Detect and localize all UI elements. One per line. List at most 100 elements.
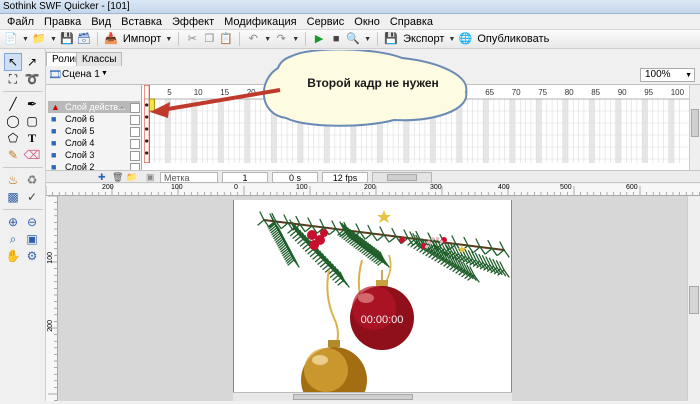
text-tool-icon[interactable]: T xyxy=(23,129,41,147)
horizontal-ruler: 200 100 0 100 200 300 400 500 600 xyxy=(46,184,700,196)
layer-row[interactable]: Слой 4 xyxy=(48,137,140,149)
eyedropper-icon[interactable]: ✓ xyxy=(23,188,41,206)
ruler-label: 600 xyxy=(626,184,638,191)
lock-toggle[interactable] xyxy=(130,139,140,149)
pen-tool-icon[interactable]: ✒ xyxy=(23,95,41,113)
redo-icon[interactable]: ↷ xyxy=(274,32,288,46)
center-frame-icon[interactable]: ▣ xyxy=(146,172,155,183)
tab-classes[interactable]: Классы xyxy=(76,52,123,66)
layer-row[interactable]: Слой 5 xyxy=(48,125,140,137)
preview-browser-icon[interactable]: 🔍 xyxy=(346,32,360,46)
scene-selector[interactable]: Сцена 1 xyxy=(62,69,100,80)
frame-label-field[interactable]: Метка кадра xyxy=(160,172,218,193)
menu-edit[interactable]: Правка xyxy=(39,14,86,30)
menu-tools[interactable]: Сервис xyxy=(302,14,350,30)
polygon-tool-icon[interactable]: ⬠ xyxy=(4,129,22,147)
export-button[interactable]: Экспорт xyxy=(403,33,444,45)
rectangle-tool-icon[interactable]: ▢ xyxy=(23,112,41,130)
menu-window[interactable]: Окно xyxy=(349,14,385,30)
pine-branches xyxy=(257,211,510,288)
ruler-label: 0 xyxy=(234,184,238,191)
chevron-down-icon[interactable]: ▼ xyxy=(165,36,172,43)
scroll-thumb[interactable] xyxy=(293,394,413,400)
frame-number: 100 xyxy=(671,88,685,97)
menu-modify[interactable]: Модификация xyxy=(219,14,302,30)
zoom-value: 100% xyxy=(645,69,671,80)
christmas-decoration-image[interactable]: 00:00:00 xyxy=(234,200,513,404)
copy-icon[interactable]: ❐ xyxy=(202,32,216,46)
paint-bucket-icon[interactable]: ♨ xyxy=(4,171,22,189)
cut-icon[interactable]: ✂ xyxy=(185,32,199,46)
menu-insert[interactable]: Вставка xyxy=(116,14,167,30)
lock-toggle[interactable] xyxy=(130,151,140,161)
new-file-icon[interactable]: 📄 xyxy=(4,32,18,46)
import-icon[interactable]: 📥 xyxy=(104,32,118,46)
chevron-down-icon[interactable]: ▼ xyxy=(50,36,57,43)
add-layer-icon[interactable]: ✚ xyxy=(98,172,106,183)
publish-button[interactable]: Опубликовать xyxy=(477,33,549,45)
scroll-thumb[interactable] xyxy=(691,109,699,137)
menu-bar: Файл Правка Вид Вставка Эффект Модификац… xyxy=(0,14,700,30)
play-icon[interactable]: ▶ xyxy=(312,32,326,46)
lasso-icon[interactable]: ➰ xyxy=(23,70,41,88)
stage-vertical-scrollbar[interactable] xyxy=(687,196,700,401)
keyframe[interactable] xyxy=(145,139,149,143)
chevron-down-icon[interactable]: ▼ xyxy=(264,36,271,43)
scroll-thumb[interactable] xyxy=(387,174,417,181)
menu-view[interactable]: Вид xyxy=(86,14,116,30)
keyframe[interactable] xyxy=(145,151,149,155)
chevron-down-icon[interactable]: ▼ xyxy=(448,36,455,43)
stage-horizontal-scrollbar[interactable] xyxy=(233,392,512,401)
line-tool-icon[interactable]: ╱ xyxy=(4,95,22,113)
scroll-thumb[interactable] xyxy=(689,286,699,314)
visibility-toggle[interactable]: · xyxy=(116,102,128,114)
menu-file[interactable]: Файл xyxy=(2,14,39,30)
paste-icon[interactable]: 📋 xyxy=(219,32,233,46)
layer-icon: ■ xyxy=(51,114,57,124)
save-all-icon[interactable]: 🗃 xyxy=(77,32,91,46)
snap-icon[interactable]: ⚙ xyxy=(23,247,41,265)
layer-row[interactable]: Слой 3 xyxy=(48,149,140,161)
chevron-down-icon[interactable]: ▼ xyxy=(22,36,29,43)
zoom-select[interactable]: 100% ▼ xyxy=(640,68,695,82)
import-button[interactable]: Импорт xyxy=(123,33,161,45)
stop-icon[interactable]: ■ xyxy=(329,32,343,46)
delete-layer-icon[interactable]: 🗑 xyxy=(112,172,123,183)
export-icon[interactable]: 💾 xyxy=(384,32,398,46)
undo-icon[interactable]: ↶ xyxy=(246,32,260,46)
publish-icon[interactable]: 🌐 xyxy=(458,32,473,46)
fit-zoom-icon[interactable]: ⌕ xyxy=(4,230,22,248)
transform-icon[interactable]: ⛶ xyxy=(4,70,22,88)
chevron-down-icon[interactable]: ▼ xyxy=(292,36,299,43)
tools-divider xyxy=(3,167,43,168)
ink-bottle-icon[interactable]: ♻ xyxy=(23,171,41,189)
chevron-down-icon[interactable]: ▼ xyxy=(364,36,371,43)
lock-toggle[interactable] xyxy=(130,103,140,113)
subselect-arrow-icon[interactable]: ↗ xyxy=(23,53,41,71)
lock-toggle[interactable] xyxy=(130,115,140,125)
save-icon[interactable]: 💾 xyxy=(60,32,74,46)
menu-effect[interactable]: Эффект xyxy=(167,14,219,30)
chevron-down-icon[interactable]: ▼ xyxy=(101,70,108,77)
frame-rate[interactable]: 12 fps xyxy=(322,172,368,183)
ellipse-tool-icon[interactable]: ◯ xyxy=(4,112,22,130)
layer-row[interactable]: Слой 6 xyxy=(48,113,140,125)
scene-icon: 🎞 xyxy=(48,69,62,81)
actual-size-icon[interactable]: ▣ xyxy=(23,230,41,248)
toolbar-divider xyxy=(239,32,241,46)
lock-toggle[interactable] xyxy=(130,127,140,137)
timeline-horizontal-scrollbar[interactable] xyxy=(372,172,432,183)
open-folder-icon[interactable]: 📁 xyxy=(32,32,46,46)
gradient-transform-icon[interactable]: ▩ xyxy=(4,188,22,206)
timeline-vertical-scrollbar[interactable] xyxy=(689,85,700,173)
menu-help[interactable]: Справка xyxy=(385,14,438,30)
ruler-ticks xyxy=(48,196,57,401)
eraser-tool-icon[interactable]: ⌫ xyxy=(23,146,41,164)
stage-canvas[interactable]: 00:00:00 xyxy=(233,200,513,404)
zoom-in-icon[interactable]: ⊕ xyxy=(4,213,22,231)
folder-layer-icon[interactable]: 📁 xyxy=(126,172,137,183)
hand-tool-icon[interactable]: ✋ xyxy=(4,247,22,265)
select-arrow-icon[interactable]: ↖ xyxy=(4,53,22,71)
pencil-tool-icon[interactable]: ✎ xyxy=(4,146,22,164)
zoom-out-icon[interactable]: ⊖ xyxy=(23,213,41,231)
